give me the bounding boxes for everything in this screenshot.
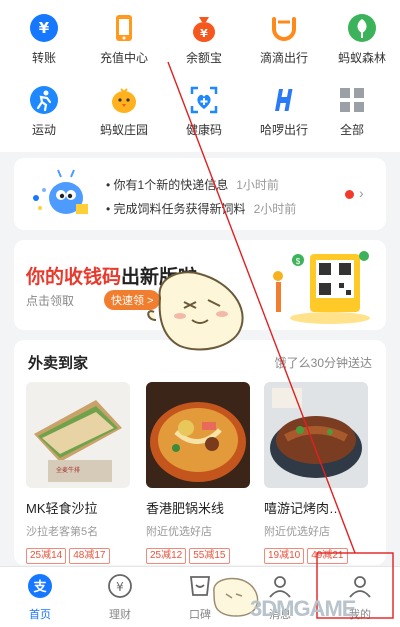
tab-label: 首页 [29,609,51,621]
food-shop-note: 附近优选好店 [264,526,330,538]
app-grid: ¥ 转账 充值中心 ¥ 余额宝 滴滴出行 蚂蚁森林 运动 蚂蚁庄园 健康码 哈啰… [0,0,400,152]
food-shop-note: 附近优选好店 [146,526,212,538]
app-all[interactable]: 全部 [312,84,392,138]
app-health-code[interactable]: 健康码 [164,84,244,138]
transfer-icon: ¥ [28,12,60,44]
chick-icon [108,84,140,116]
home-icon: 支 [28,574,52,598]
svg-text:¥: ¥ [200,27,208,40]
tab-home[interactable]: 支 首页 [0,573,80,622]
payment-code-banner[interactable]: 你的收钱码出新版啦 点击领取 快速领 > $ [14,240,386,330]
unread-dot [345,190,354,199]
didi-icon [268,12,300,44]
app-didi[interactable]: 滴滴出行 [244,12,324,66]
app-label: 全部 [339,123,364,137]
app-label: 转账 [31,51,56,65]
food-image: 全麦牛排 [26,382,130,488]
quick-claim-button[interactable]: 快速领 > [104,290,161,310]
svg-text:¥: ¥ [116,580,124,594]
message-text: 完成饲料任务获得新饲料 [113,202,246,216]
app-label: 余额宝 [185,51,222,65]
app-transfer[interactable]: ¥ 转账 [4,12,84,66]
food-name: 香港肥锅米线 [146,501,225,516]
tab-koubei[interactable]: 口碑 [160,573,240,622]
app-recharge[interactable]: 充值中心 [84,12,164,66]
tab-label: 理财 [109,609,131,621]
wealth-icon: ¥ [108,574,132,598]
koubei-icon [189,576,211,596]
message-time: 1小时前 [236,178,279,192]
discount-tag: 25减12 [146,548,187,564]
tab-label: 口碑 [189,609,211,621]
message-time: 2小时前 [253,202,297,216]
food-image [146,382,250,488]
message-card[interactable]: • 你有1个新的快递信息 1小时前 • 完成饲料任务获得新饲料 2小时前 › [14,158,386,230]
app-label: 运动 [31,123,56,137]
app-forest[interactable]: 蚂蚁森林 [322,12,400,66]
discount-tag: 25减14 [26,548,67,564]
carousel-dots [184,314,229,332]
food-shop-note: 沙拉老客第5名 [26,526,99,538]
forest-icon [346,12,378,44]
chevron-right-icon[interactable]: › [359,185,364,201]
app-ant-farm[interactable]: 蚂蚁庄园 [84,84,164,138]
tab-wealth[interactable]: ¥ 理财 [80,573,160,622]
sport-icon [28,84,60,116]
svg-text:支: 支 [32,579,47,595]
hello-icon [268,84,300,116]
section-title: 外卖到家 [28,355,89,372]
svg-text:$: $ [296,257,301,266]
app-label: 蚂蚁森林 [337,51,386,65]
app-label: 蚂蚁庄园 [99,123,148,137]
discount-tag: 49减21 [307,548,348,564]
message-item[interactable]: • 你有1个新的快递信息 1小时前 [106,176,279,193]
banner-title: 你的收钱码出新版啦 [26,267,198,288]
food-image [264,382,368,488]
ant-mascot-icon [28,168,94,225]
watermark-text: 3DMGAME [250,596,356,621]
food-item[interactable]: 嘻游记烤肉… 附近优选好店 19减10 49减21 [264,382,368,564]
qr-code-illustration: $ [264,246,374,331]
app-label: 滴滴出行 [259,51,308,65]
app-sport[interactable]: 运动 [4,84,84,138]
discount-tag: 55减15 [189,548,230,564]
svg-text:¥: ¥ [39,19,50,37]
banner-subtitle: 点击领取 [26,294,75,308]
all-grid-icon [336,84,368,116]
app-label: 健康码 [185,123,222,137]
section-subtitle[interactable]: 饿了么30分钟送达 [275,354,372,371]
food-name: 嘻游记烤肉… [264,501,343,516]
app-label: 充值中心 [99,51,148,65]
money-bag-icon: ¥ [188,12,220,44]
app-yuebao[interactable]: ¥ 余额宝 [164,12,244,66]
message-text: 你有1个新的快递信息 [113,178,229,192]
message-item[interactable]: • 完成饲料任务获得新饲料 2小时前 [106,200,296,217]
phone-recharge-icon [108,12,140,44]
food-item[interactable]: 全麦牛排 MK轻食沙拉 沙拉老客第5名 25减14 48减17 [26,382,130,564]
discount-tag: 19减10 [264,548,305,564]
discount-tag: 48减17 [69,548,110,564]
svg-text:全麦牛排: 全麦牛排 [56,466,80,474]
health-code-icon [188,84,220,116]
food-name: MK轻食沙拉 [26,501,98,516]
food-item[interactable]: 香港肥锅米线 附近优选好店 25减12 55减15 [146,382,250,564]
food-delivery-section: 外卖到家 饿了么30分钟送达 全麦牛排 MK轻食沙拉 沙拉老客第5名 25减14… [14,340,386,565]
